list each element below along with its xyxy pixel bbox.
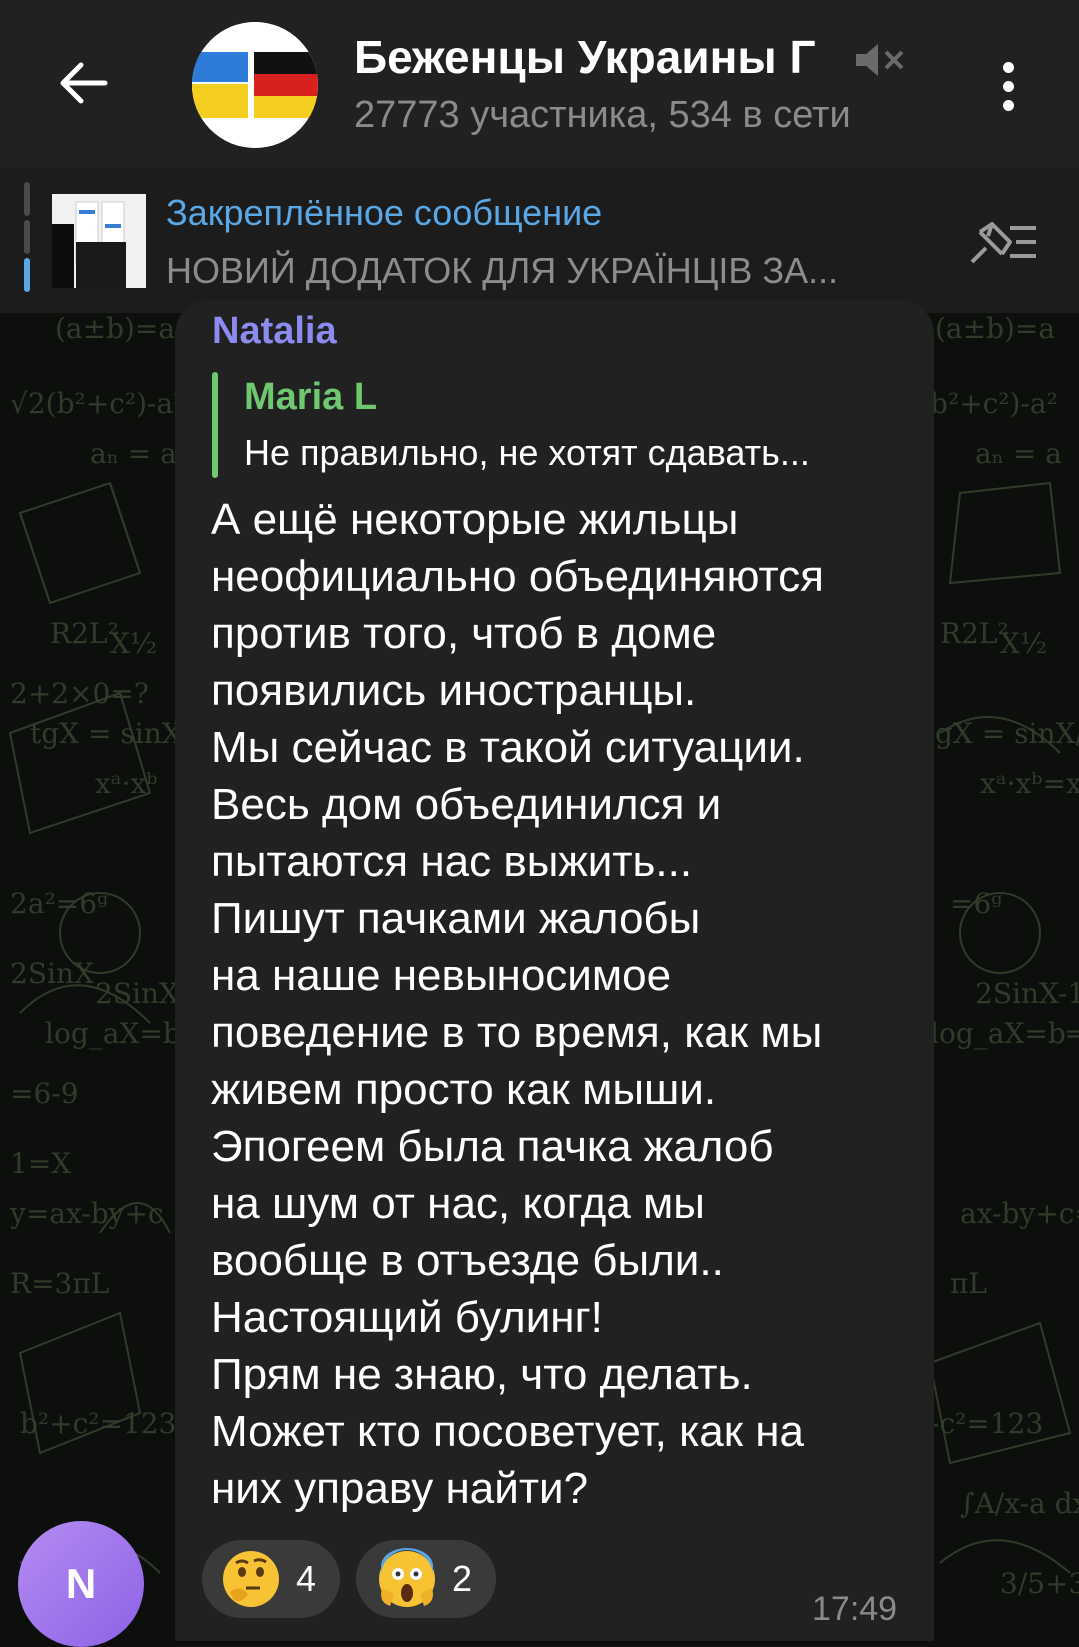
reaction-count: 2 [452,1558,473,1599]
svg-text:b²+c²)-a²: b²+c²)-a² [930,387,1058,420]
svg-text:xᵃ·xᵇ=x: xᵃ·xᵇ=x [980,767,1079,800]
svg-text:2+2×0=?: 2+2×0=? [10,677,149,710]
svg-text:√2(b²+c²)-a²: √2(b²+c²)-a² [10,387,184,420]
message-text: А ещё некоторые жильцы неофициально объе… [211,495,824,1513]
svg-text:aₙ = a: aₙ = a [975,437,1062,470]
reaction-thinking[interactable]: 4 [202,1540,340,1618]
svg-text:2a²=6ᵍ: 2a²=6ᵍ [10,887,108,920]
svg-text:aₙ = a: aₙ = a [90,437,177,470]
group-avatar[interactable] [192,22,318,148]
svg-text:b²+c²=123: b²+c²=123 [20,1407,176,1440]
svg-text:3/5+3/4: 3/5+3/4 [1000,1567,1079,1600]
sender-name[interactable]: Natalia [212,310,337,353]
chat-title: Беженцы Украины Г [354,31,816,83]
pinned-indicator-bars [24,182,30,292]
reply-bar [212,372,218,478]
more-options-button[interactable] [980,48,1036,124]
message-time: 17:49 [812,1590,898,1628]
reaction-screaming[interactable]: 2 [356,1540,496,1618]
screaming-face-icon [379,1548,435,1607]
svg-text:log_aX=b⇒a: log_aX=b⇒a [930,1017,1079,1050]
svg-text:(a±b)=a: (a±b)=a [935,313,1055,345]
svg-text:πL: πL [950,1267,987,1300]
svg-text:R=3πL: R=3πL [10,1267,109,1300]
arrow-left-icon [60,62,108,104]
sender-avatar[interactable]: N [18,1521,144,1647]
svg-text:(a±b)=a: (a±b)=a [55,313,175,345]
back-button[interactable] [40,40,126,126]
thinking-face-icon [223,1551,279,1607]
svg-text:ax-by+c=: ax-by+c= [960,1197,1079,1230]
svg-text:R2L²: R2L² [50,617,119,650]
svg-text:R2L²: R2L² [940,617,1009,650]
svg-text:gX = sinX/cosX: gX = sinX/cosX [935,717,1079,750]
svg-text:=6ᵍ: =6ᵍ [950,887,1002,920]
svg-text:X½: X½ [110,627,157,660]
svg-text:2SinX-: 2SinX- [95,977,187,1010]
muted-speaker-icon [852,38,904,82]
svg-text:-c²=123: -c²=123 [930,1407,1043,1440]
svg-text:X½: X½ [1000,627,1047,660]
app-screenshot-thumbnail [52,194,146,288]
svg-text:=6-9: =6-9 [10,1077,79,1110]
reaction-count: 4 [296,1558,317,1599]
chat-subtitle: 27773 участника, 534 в сети [354,94,851,136]
reply-quote[interactable]: Maria L Не правильно, не хотят сдавать..… [212,372,902,478]
pinned-text: НОВИЙ ДОДАТОК ДЛЯ УКРАЇНЦІВ ЗА... [166,250,839,291]
svg-text:2SinX-1: 2SinX-1 [975,977,1079,1010]
chat-header: Беженцы Украины Г 27773 участника, 534 в… [0,0,1079,168]
pinned-title: Закреплённое сообщение [166,192,603,233]
pinned-list-icon[interactable] [966,218,1042,268]
svg-text:1=X: 1=X [10,1147,71,1180]
reply-text: Не правильно, не хотят сдавать... [244,432,810,473]
svg-text:y=ax-by+c: y=ax-by+c [9,1197,164,1230]
reply-author: Maria L [244,376,378,418]
svg-text:2SinX: 2SinX [10,957,94,990]
svg-text:∫A/x-a dx=A: ∫A/x-a dx=A [960,1487,1079,1520]
pinned-thumbnail [52,194,146,288]
flags-avatar-image [192,22,318,148]
three-dots-vertical-icon [1002,61,1014,73]
svg-text:xᵃ·xᵇ: xᵃ·xᵇ [95,767,157,800]
